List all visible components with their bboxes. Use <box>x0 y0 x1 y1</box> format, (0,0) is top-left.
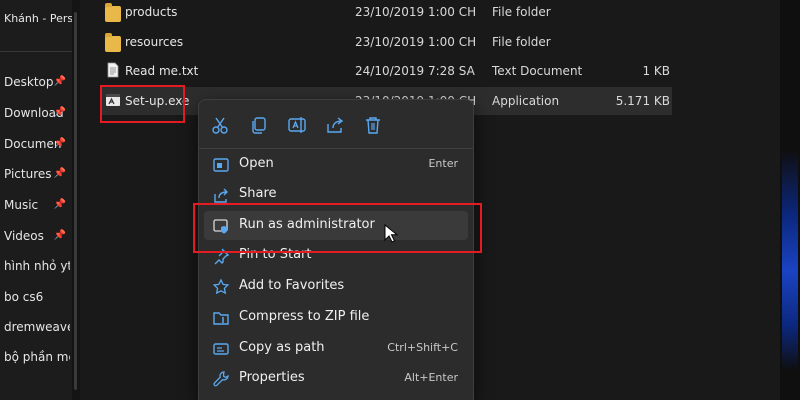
sidebar-divider <box>0 51 72 52</box>
file-date: 23/10/2019 1:00 CH <box>355 5 477 19</box>
file-size: 5.171 KB <box>615 94 670 108</box>
menu-item-shortcut: Enter <box>428 157 458 170</box>
menu-item-label: Run as administrator <box>239 217 375 232</box>
pin-icon <box>214 248 230 265</box>
sidebar-item-downloads[interactable]: Download 📌 <box>4 106 70 126</box>
file-type: Text Document <box>492 64 583 78</box>
sidebar-item-label: Pictures <box>4 167 52 181</box>
file-size: 1 KB <box>642 64 670 78</box>
file-date: 24/10/2019 7:28 SA <box>355 64 475 78</box>
menu-item-compress-to-zip[interactable]: Compress to ZIP file <box>204 303 468 332</box>
menu-item-label: Compress to ZIP file <box>239 309 370 324</box>
menu-item-label: Properties <box>239 370 305 385</box>
delete-icon[interactable] <box>362 114 384 136</box>
pin-icon: 📌 <box>53 138 66 149</box>
share-icon[interactable] <box>324 114 346 136</box>
sidebar-item-label: bộ phần mềm <box>4 350 70 364</box>
sidebar-item-label: Music <box>4 198 39 212</box>
menu-item-share[interactable]: Share <box>204 180 468 209</box>
file-row[interactable]: resources 23/10/2019 1:00 CH File folder <box>100 28 672 56</box>
menu-item-shortcut: Ctrl+Shift+C <box>387 341 458 354</box>
file-name: resources <box>125 35 184 49</box>
scrollbar-thumb[interactable] <box>74 12 77 390</box>
menu-item-label: Share <box>239 186 277 201</box>
folder-icon <box>105 3 121 22</box>
file-type: File folder <box>492 35 551 49</box>
file-date: 23/10/2019 1:00 CH <box>355 35 477 49</box>
sidebar-item-label: Videos <box>4 229 44 243</box>
file-row[interactable]: Read me.txt 24/10/2019 7:28 SA Text Docu… <box>100 57 672 85</box>
menu-item-pin-to-start[interactable]: Pin to Start <box>204 241 468 270</box>
menu-divider <box>199 148 473 149</box>
sidebar-item-folder[interactable]: bộ phần mềm <box>4 350 70 370</box>
menu-item-properties[interactable]: Properties Alt+Enter <box>204 364 468 393</box>
file-name: Read me.txt <box>125 64 199 78</box>
wallpaper-glow <box>782 150 798 370</box>
pin-icon: 📌 <box>53 230 66 241</box>
file-name: Set-up.exe <box>125 94 190 108</box>
context-menu: Open Enter Share Run as administrator Pi… <box>198 99 474 400</box>
navigation-pane: Khánh - Pers Desktop 📌 Download 📌 Docume… <box>0 0 72 400</box>
text-file-icon <box>107 62 119 78</box>
menu-item-run-as-administrator[interactable]: Run as administrator <box>204 211 468 240</box>
file-name: products <box>125 5 178 19</box>
sidebar-scrollbar[interactable] <box>72 0 80 400</box>
menu-item-label: Pin to Start <box>239 247 312 262</box>
mouse-cursor-icon <box>384 224 398 243</box>
menu-item-label: Copy as path <box>239 340 325 355</box>
sidebar-item-user-folder[interactable]: Khánh - Pers <box>4 12 72 25</box>
zip-icon <box>213 312 229 325</box>
sidebar-item-label: hình nhỏ yt l <box>4 259 70 273</box>
sidebar-item-label: Desktop <box>4 75 54 89</box>
menu-item-shortcut: Alt+Enter <box>404 371 458 384</box>
menu-item-copy-as-path[interactable]: Copy as path Ctrl+Shift+C <box>204 334 468 363</box>
file-type: Application <box>492 94 560 108</box>
properties-icon <box>213 371 229 387</box>
pin-icon: 📌 <box>53 168 66 179</box>
sidebar-item-folder[interactable]: dremweaver <box>4 320 70 340</box>
sidebar-item-pictures[interactable]: Pictures 📌 <box>4 167 70 187</box>
sidebar-item-music[interactable]: Music 📌 <box>4 198 70 218</box>
sidebar-item-label: dremweaver <box>4 320 70 334</box>
sidebar-item-label: bo cs6 <box>4 290 44 304</box>
shield-icon <box>213 219 228 234</box>
sidebar-item-videos[interactable]: Videos 📌 <box>4 229 70 249</box>
sidebar-item-folder[interactable]: bo cs6 <box>4 290 70 310</box>
star-icon <box>212 278 230 295</box>
pin-icon: 📌 <box>53 107 66 118</box>
sidebar-item-folder[interactable]: hình nhỏ yt l <box>4 259 70 279</box>
cut-icon[interactable] <box>209 114 231 136</box>
menu-item-open[interactable]: Open Enter <box>204 150 468 179</box>
open-app-icon <box>213 158 229 172</box>
sidebar-item-desktop[interactable]: Desktop 📌 <box>4 75 70 95</box>
file-type: File folder <box>492 5 551 19</box>
rename-icon[interactable] <box>286 114 308 136</box>
pin-icon: 📌 <box>53 199 66 210</box>
pin-icon: 📌 <box>53 76 66 87</box>
copy-path-icon <box>213 343 229 355</box>
share-icon <box>214 188 228 203</box>
installer-icon <box>106 94 120 106</box>
menu-item-label: Add to Favorites <box>239 278 345 293</box>
menu-item-label: Open <box>239 156 274 171</box>
sidebar-item-documents[interactable]: Documen 📌 <box>4 137 70 157</box>
folder-icon <box>105 33 121 52</box>
file-row[interactable]: products 23/10/2019 1:00 CH File folder <box>100 0 672 26</box>
desktop-edge <box>780 0 800 400</box>
menu-item-add-to-favorites[interactable]: Add to Favorites <box>204 272 468 301</box>
copy-icon[interactable] <box>248 114 270 136</box>
